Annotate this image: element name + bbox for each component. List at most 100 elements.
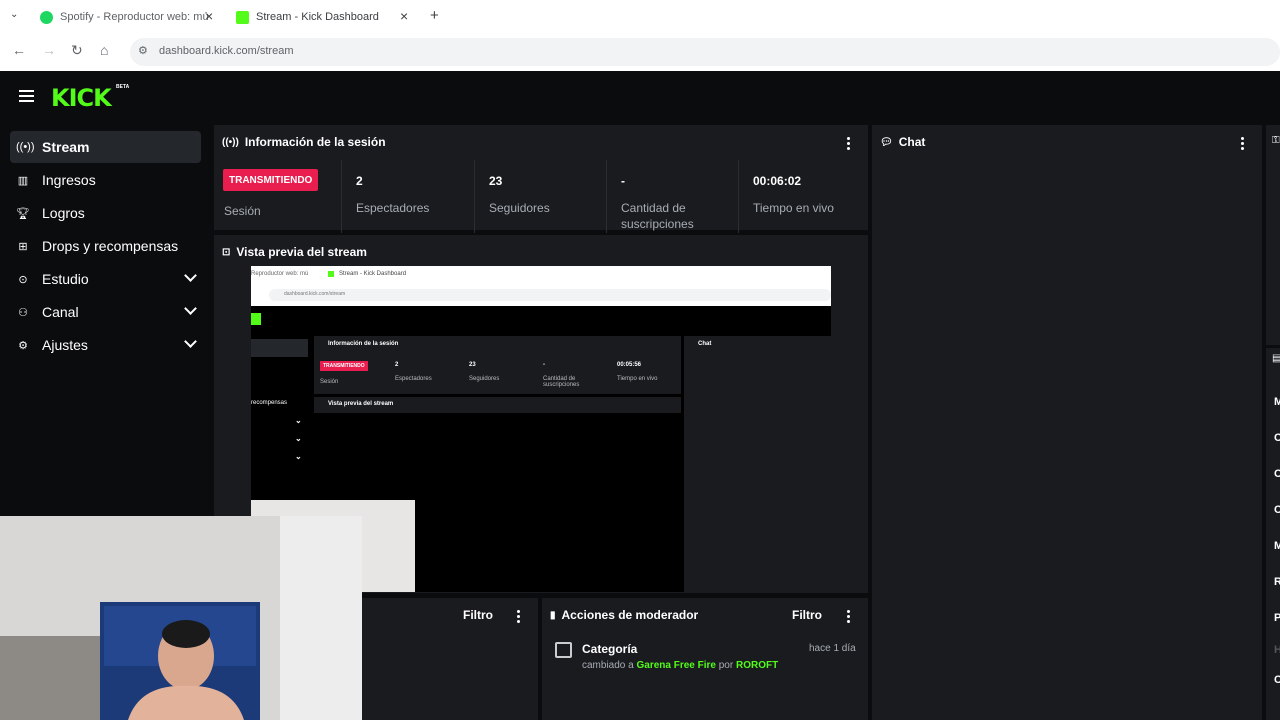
sidebar-item-ingresos[interactable]: ▥ Ingresos [10, 164, 201, 196]
mini-preview-title: Vista previa del stream [328, 401, 394, 407]
webcam-image [0, 516, 362, 720]
mini-sidebar-active [251, 339, 308, 357]
key-icon: ⚿ [1272, 135, 1280, 146]
tab-list-dropdown-icon[interactable]: ⌄ [10, 9, 18, 20]
mini-tab-2: Stream - Kick Dashboard [339, 271, 407, 277]
mini-browser-chrome: Reproductor web: mú Stream - Kick Dashbo… [251, 266, 831, 306]
mini-kick-icon [328, 271, 334, 277]
sidebar-item-label: Estudio [42, 271, 89, 287]
tab-kick-dashboard[interactable]: Stream - Kick Dashboard × [226, 4, 422, 30]
stat-value: 2 [356, 174, 363, 188]
chat-icon: 💬︎ [880, 136, 893, 148]
spotify-icon [40, 10, 53, 24]
sidebar-item-estudio[interactable]: ⊙ Estudio [10, 263, 201, 295]
chat-title: Chat [898, 135, 926, 149]
mini-stat-value: 23 [469, 362, 476, 368]
browser-tab-bar: ⌄ Spotify - Reproductor web: mú × Stream… [0, 0, 1280, 33]
chart-icon: ▥ [17, 174, 29, 187]
beta-badge: BETA [116, 84, 130, 90]
mod-action-prefix: cambiado a [582, 660, 634, 671]
more-options-icon[interactable] [847, 137, 850, 152]
stat-label: Sesión [224, 204, 261, 218]
sidebar-item-label: Stream [42, 139, 90, 155]
site-info-icon[interactable]: ⚙ [138, 44, 148, 57]
sidebar-item-label: Ingresos [42, 172, 96, 188]
moderator-actions-panel: ▮ Acciones de moderador Filtro Categoría… [542, 598, 868, 720]
mini-stat-label: Espectadores [395, 376, 432, 382]
chevron-down-icon [184, 269, 197, 282]
mini-url: dashboard.kick.com/stream [284, 291, 346, 297]
mod-action-time: hace 1 día [809, 643, 856, 654]
tab-spotify[interactable]: Spotify - Reproductor web: mú × [34, 4, 224, 30]
back-icon[interactable]: ← [12, 42, 26, 58]
app-header: KICK BETA [0, 72, 1280, 122]
close-tab-icon[interactable]: × [205, 8, 213, 24]
right-partial-panel: ⚿ [1266, 125, 1280, 345]
more-options-icon[interactable] [517, 610, 520, 625]
mini-chat-title: Chat [698, 341, 712, 347]
category-link[interactable]: Garena Free Fire [636, 660, 715, 671]
preview-icon: ⊡ [222, 246, 231, 258]
mod-action-item: Categoría hace 1 día cambiado a Garena F… [542, 636, 868, 676]
right-edge-letter: C [1274, 504, 1280, 516]
gear-icon: ⚙ [18, 339, 28, 352]
preview-title: Vista previa del stream [236, 245, 367, 259]
more-options-icon[interactable] [847, 610, 850, 625]
panel-title: ((•)) Información de la sesión [222, 135, 386, 149]
stream-icon: ((•)) [16, 141, 35, 153]
mini-stat-label: Cantidad de suscripciones [543, 376, 580, 388]
sidebar-item-drops[interactable]: ⊞ Drops y recompensas [10, 230, 201, 262]
new-tab-icon[interactable]: + [430, 7, 439, 24]
reload-icon[interactable]: ↻ [71, 42, 83, 59]
sidebar-item-stream[interactable]: ((•)) Stream [10, 131, 201, 163]
trophy-icon: 🏆︎ [16, 207, 30, 220]
filter-button[interactable]: Filtro [463, 608, 493, 622]
sidebar-item-label: Canal [42, 304, 79, 320]
forward-icon[interactable]: → [42, 42, 56, 58]
live-status-badge: TRANSMITIENDO [223, 169, 319, 191]
hamburger-menu-icon[interactable] [19, 90, 34, 102]
right-edge-letter: M [1274, 540, 1280, 552]
channel-icon: ⚇ [18, 306, 28, 319]
stat-value: - [621, 174, 625, 188]
mini-chat-panel: Chat [684, 336, 831, 592]
mini-live-badge: TRANSMITIENDO [320, 361, 368, 371]
tab-kick-title: Stream - Kick Dashboard [256, 11, 379, 23]
kick-logo[interactable]: KICK [51, 84, 112, 112]
mini-preview-panel: Vista previa del stream [314, 397, 681, 413]
sidebar-item-logros[interactable]: 🏆︎ Logros [10, 197, 201, 229]
stat-viewers: 2 Espectadores [342, 160, 475, 233]
mini-chevron-icon: ⌄ [295, 434, 302, 443]
kick-icon [236, 10, 249, 24]
sidebar-item-label: Logros [42, 205, 85, 221]
stat-label: Espectadores [356, 201, 430, 215]
panel-title: ▮ Acciones de moderador [550, 608, 698, 622]
session-title: Información de la sesión [244, 135, 386, 149]
sidebar-item-ajustes[interactable]: ⚙ Ajustes [10, 329, 201, 361]
broadcast-icon: ((•)) [222, 136, 239, 148]
stat-label: Tiempo en vivo [753, 201, 834, 215]
mod-action-title: Categoría [582, 642, 638, 656]
right-edge-letter: P [1274, 612, 1280, 624]
filter-button[interactable]: Filtro [792, 608, 822, 622]
panel-title: ⊡ Vista previa del stream [222, 245, 367, 259]
home-icon[interactable]: ⌂ [100, 42, 108, 58]
chat-panel: 💬︎ Chat [872, 125, 1262, 720]
moderator-username[interactable]: ROROFT [736, 660, 778, 671]
stat-subscriptions: - Cantidad de suscripciones [607, 160, 739, 233]
chevron-down-icon [184, 302, 197, 315]
stat-label: Cantidad de suscripciones [621, 201, 694, 231]
panel-title: 💬︎ Chat [880, 135, 925, 149]
url-field[interactable]: ⚙ dashboard.kick.com/stream [130, 38, 1280, 66]
more-options-icon[interactable] [1241, 137, 1244, 152]
close-tab-icon[interactable]: × [400, 8, 408, 24]
tab-spotify-title: Spotify - Reproductor web: mú [60, 11, 209, 23]
activity-panel: Filtro [362, 598, 538, 720]
mini-url-bar [269, 289, 831, 301]
stat-label: Seguidores [489, 201, 550, 215]
right-edge-letter: C [1274, 468, 1280, 480]
sidebar-item-canal[interactable]: ⚇ Canal [10, 296, 201, 328]
right-partial-panel-2: ▤ M C C C M R P H C [1266, 348, 1280, 720]
mini-stat-label: Tiempo en vivo [617, 376, 658, 382]
mod-action-detail: cambiado a Garena Free Fire por ROROFT [582, 660, 778, 671]
